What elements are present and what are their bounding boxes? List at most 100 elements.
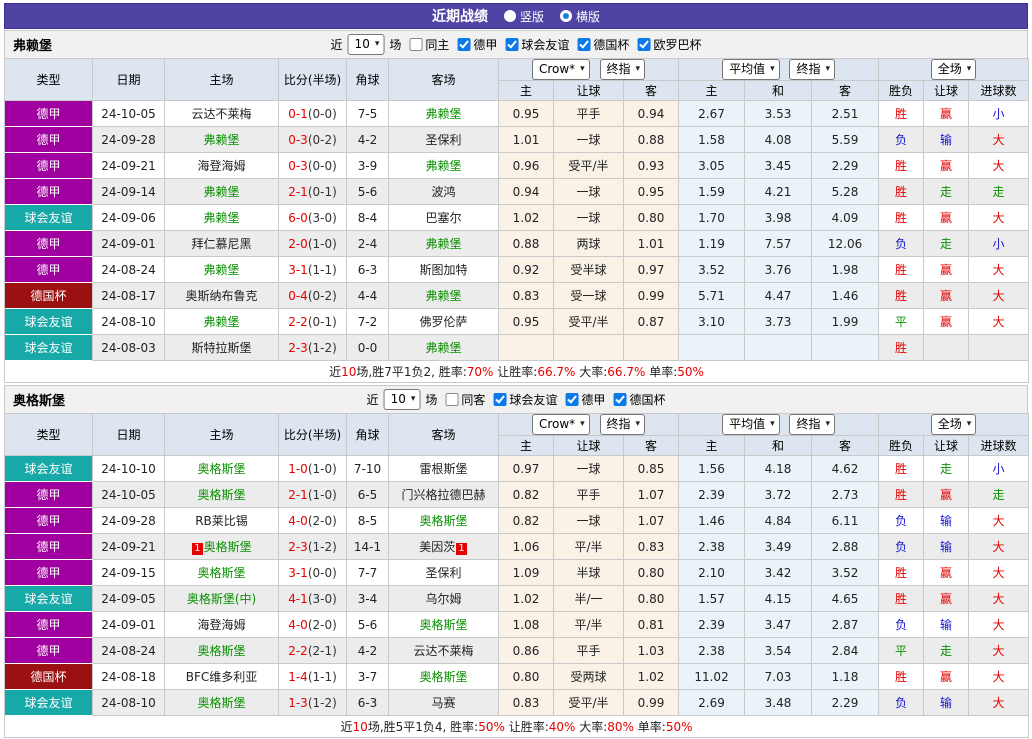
- odds-handicap: 平手: [554, 101, 624, 127]
- match-row: 德甲 24-08-24 奥格斯堡 2-2(2-1) 4-2 云达不莱梅 0.86 平手 1.03…: [5, 638, 1030, 664]
- recent-label: 近: [366, 393, 379, 407]
- chevron-down-icon: ▾: [770, 64, 775, 74]
- result-handicap: 走: [924, 456, 970, 482]
- sub-header: 客: [812, 436, 880, 456]
- away-team: 马赛: [389, 690, 499, 716]
- avg-home-odds: 2.67: [679, 101, 746, 127]
- league-checkbox[interactable]: [577, 38, 591, 51]
- scope-group: 全场 ▾: [879, 58, 1030, 81]
- scope-select[interactable]: 全场 ▾: [930, 414, 977, 435]
- average-group: 平均值 ▾ 终指 ▾: [679, 58, 880, 81]
- bookmaker-select[interactable]: Crow* ▾: [531, 414, 590, 435]
- avg-away-odds: 2.51: [812, 101, 880, 127]
- col-header-type: 类型: [5, 413, 93, 456]
- result-handicap: 输: [924, 690, 970, 716]
- avg-time-select[interactable]: 终指 ▾: [789, 414, 835, 435]
- home-team: 奥格斯堡: [165, 690, 279, 716]
- odds-time-select[interactable]: 终指 ▾: [599, 414, 646, 435]
- odds-away: 0.97: [624, 257, 680, 283]
- layout-radio-vertical[interactable]: 竖版: [503, 8, 544, 25]
- result-outcome: 负: [879, 231, 925, 257]
- halftime-score: (0-2): [307, 288, 337, 303]
- halftime-score: (1-0): [307, 487, 337, 502]
- chevron-down-icon: ▾: [410, 394, 416, 404]
- selected-bookmaker: Crow*: [538, 62, 576, 76]
- league-checkbox[interactable]: [493, 393, 507, 406]
- chevron-down-icon: ▾: [825, 419, 830, 429]
- home-team: RB莱比锡: [165, 508, 279, 534]
- avg-away-odds: 1.18: [812, 664, 880, 690]
- home-team: BFC维多利亚: [165, 664, 279, 690]
- away-team: 弗赖堡: [389, 231, 499, 257]
- match-type-badge: 德甲: [5, 534, 93, 560]
- match-date: 24-08-10: [93, 690, 165, 716]
- same-venue-checkbox[interactable]: [409, 38, 423, 51]
- team-label: 巴塞尔: [425, 211, 462, 225]
- odds-home: 0.83: [499, 283, 554, 309]
- match-date: 24-09-21: [93, 534, 165, 560]
- result-goals: 大: [969, 690, 1030, 716]
- average-group: 平均值 ▾ 终指 ▾: [679, 413, 880, 436]
- avg-home-odds: 1.59: [679, 179, 746, 205]
- avg-time-select[interactable]: 终指 ▾: [789, 59, 835, 80]
- sub-header: 客: [624, 436, 680, 456]
- col-header-date: 日期: [93, 58, 165, 101]
- average-select[interactable]: 平均值 ▾: [722, 59, 780, 80]
- bookmaker-select[interactable]: Crow* ▾: [531, 59, 590, 80]
- league-checkbox[interactable]: [457, 38, 471, 51]
- avg-away-odds: 4.65: [812, 586, 880, 612]
- sub-header: 和: [745, 81, 813, 101]
- odds-time-select[interactable]: 终指 ▾: [599, 59, 646, 80]
- corner-score: 3-7: [347, 664, 389, 690]
- match-date: 24-10-05: [93, 101, 165, 127]
- team-label: 奥格斯堡: [197, 566, 246, 580]
- team-name: 弗赖堡: [13, 39, 53, 54]
- avg-home-odds: 3.05: [679, 153, 746, 179]
- layout-radio-horizontal[interactable]: 横版: [560, 8, 600, 25]
- result-outcome: 胜: [879, 456, 925, 482]
- match-type-badge: 德甲: [5, 612, 93, 638]
- avg-away-odds: 5.59: [812, 127, 880, 153]
- corner-score: 0-0: [347, 335, 389, 361]
- match-date: 24-09-05: [93, 586, 165, 612]
- radio-icon[interactable]: [560, 10, 572, 22]
- avg-draw-odds: 3.48: [745, 690, 813, 716]
- league-checkbox[interactable]: [505, 38, 519, 51]
- match-row: 德甲 24-09-21 海登海姆 0-3(0-0) 3-9 弗赖堡 0.96 受平/半 0.93…: [5, 153, 1030, 179]
- result-handicap: 赢: [924, 309, 970, 335]
- halftime-score: (3-0): [307, 591, 337, 606]
- team-label: 佛罗伦萨: [419, 315, 468, 329]
- avg-draw-odds: 3.53: [745, 101, 813, 127]
- summary-segment: 单率:: [645, 365, 678, 379]
- result-goals: 大: [969, 638, 1030, 664]
- scope-select[interactable]: 全场 ▾: [930, 59, 977, 80]
- result-goals: 大: [969, 127, 1030, 153]
- league-checkbox[interactable]: [637, 38, 651, 51]
- average-select[interactable]: 平均值 ▾: [722, 414, 780, 435]
- league-checkbox[interactable]: [613, 393, 627, 406]
- radio-icon[interactable]: [503, 10, 516, 22]
- league-checkbox[interactable]: [565, 393, 579, 406]
- summary-row: 近10场,胜5平1负4, 胜率:50% 让胜率:40% 大率:80% 单率:50…: [5, 716, 1030, 738]
- team-label: RB莱比锡: [195, 514, 248, 528]
- team-label: 弗赖堡: [425, 237, 462, 251]
- selected-count: 10: [390, 392, 406, 406]
- result-handicap: 走: [924, 638, 970, 664]
- match-date: 24-10-10: [93, 456, 165, 482]
- team-section-augsburg: 奥格斯堡 近 10 ▾ 场 同客 球会友谊 德甲 德国杯 类型 日期 主场 比分…: [4, 385, 1030, 738]
- odds-away: 0.80: [624, 560, 680, 586]
- recent-count-select[interactable]: 10 ▾: [347, 34, 385, 55]
- chevron-down-icon: ▾: [374, 39, 380, 49]
- match-row: 德甲 24-08-24 弗赖堡 3-1(1-1) 6-3 斯图加特 0.92 受半球 0.97 3…: [5, 257, 1030, 283]
- summary-text: 近10场,胜5平1负4, 胜率:50% 让胜率:40% 大率:80% 单率:50…: [341, 720, 693, 734]
- selected-average: 平均值: [729, 417, 766, 431]
- chevron-down-icon: ▾: [580, 64, 585, 74]
- match-score: 2-1(0-1): [279, 179, 347, 205]
- recent-count-select[interactable]: 10 ▾: [383, 389, 421, 410]
- same-venue-checkbox[interactable]: [445, 393, 459, 406]
- odds-home: 0.96: [499, 153, 554, 179]
- fulltime-score: 2-3: [288, 340, 308, 355]
- odds-handicap: 平/半: [554, 534, 624, 560]
- avg-draw-odds: 4.47: [745, 283, 813, 309]
- team-label: 海登海姆: [197, 159, 246, 173]
